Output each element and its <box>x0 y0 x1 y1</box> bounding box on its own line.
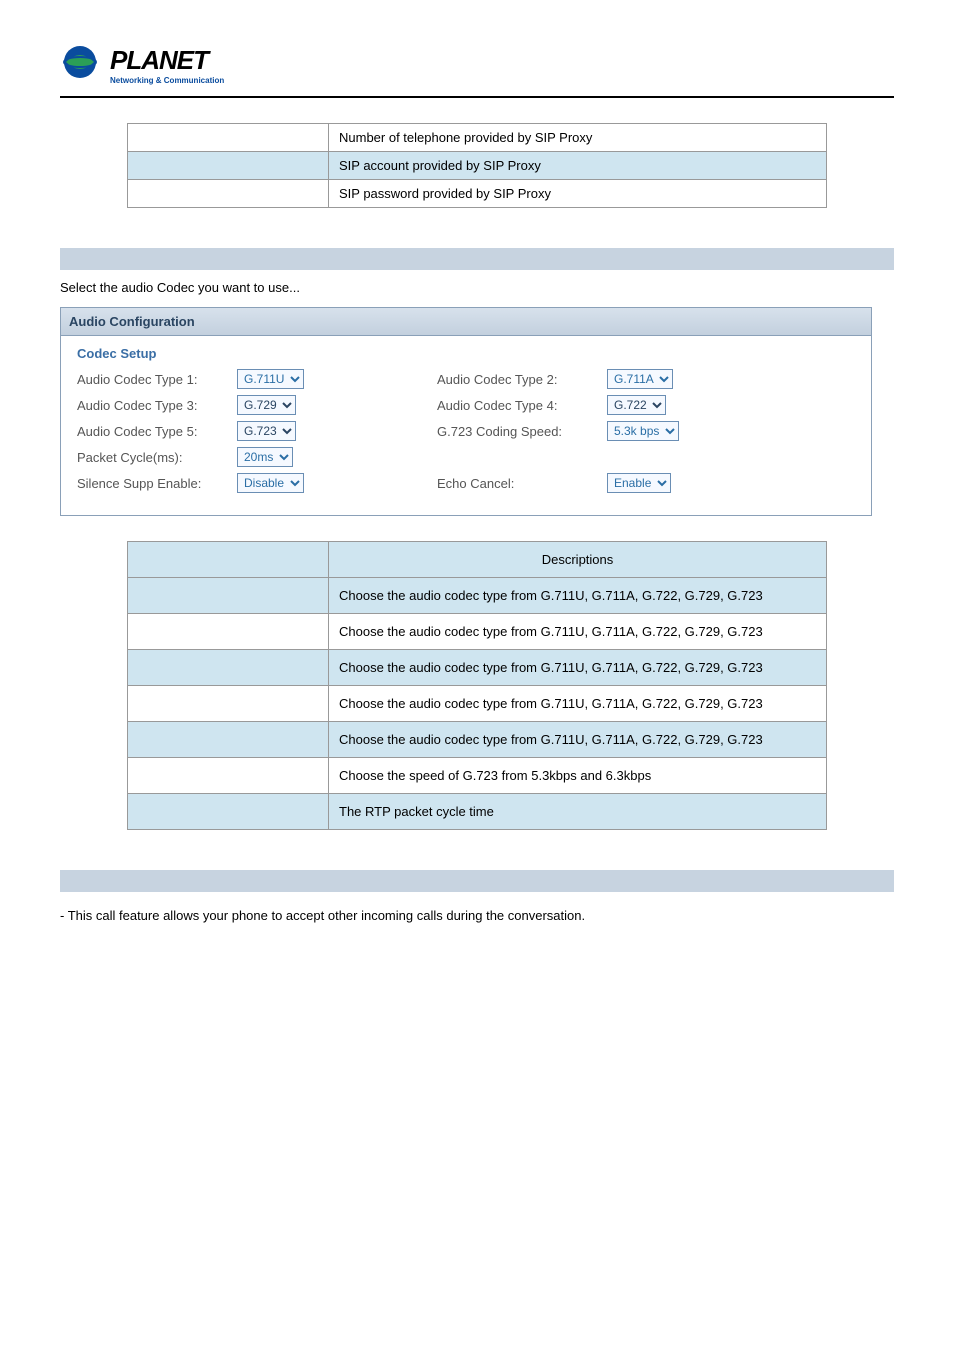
codec-setup-label: Codec Setup <box>77 346 855 361</box>
call-feature-text: - This call feature allows your phone to… <box>60 902 894 931</box>
desc-header-right: Descriptions <box>329 542 827 578</box>
codec-type5-select[interactable]: G.723 <box>237 421 296 441</box>
sip-info-table: Number of telephone provided by SIP Prox… <box>127 123 827 208</box>
audio-config-title: Audio Configuration <box>61 308 871 336</box>
table-cell-left <box>128 578 329 614</box>
table-cell-right: Choose the audio codec type from G.711U,… <box>329 650 827 686</box>
echo-cancel-select[interactable]: Enable <box>607 473 671 493</box>
desc-header-left <box>128 542 329 578</box>
table-cell-right: Choose the audio codec type from G.711U,… <box>329 686 827 722</box>
table-cell-right: Choose the speed of G.723 from 5.3kbps a… <box>329 758 827 794</box>
codec-type2-label: Audio Codec Type 2: <box>437 372 607 387</box>
section-bar-audio <box>60 248 894 270</box>
table-cell-right: Choose the audio codec type from G.711U,… <box>329 614 827 650</box>
packet-cycle-label: Packet Cycle(ms): <box>77 450 237 465</box>
audio-config-panel: Audio Configuration Codec Setup Audio Co… <box>60 307 872 516</box>
logo-brand-text: PLANET <box>110 45 224 76</box>
table-row: Choose the audio codec type from G.711U,… <box>128 614 827 650</box>
table-cell-left <box>128 180 329 208</box>
codec-type4-select[interactable]: G.722 <box>607 395 666 415</box>
table-cell-left <box>128 124 329 152</box>
table-row: The RTP packet cycle time <box>128 794 827 830</box>
table-row: Number of telephone provided by SIP Prox… <box>128 124 827 152</box>
echo-cancel-label: Echo Cancel: <box>437 476 607 491</box>
table-row: SIP account provided by SIP Proxy <box>128 152 827 180</box>
table-cell-left <box>128 686 329 722</box>
table-cell-right: The RTP packet cycle time <box>329 794 827 830</box>
packet-cycle-select[interactable]: 20ms <box>237 447 293 467</box>
table-row: Choose the audio codec type from G.711U,… <box>128 578 827 614</box>
table-cell-right: SIP password provided by SIP Proxy <box>329 180 827 208</box>
silence-supp-select[interactable]: Disable <box>237 473 304 493</box>
g723-speed-select[interactable]: 5.3k bps <box>607 421 679 441</box>
table-row: Choose the audio codec type from G.711U,… <box>128 686 827 722</box>
table-cell-left <box>128 614 329 650</box>
table-cell-left <box>128 758 329 794</box>
header-divider <box>60 96 894 98</box>
codec-type2-select[interactable]: G.711A <box>607 369 673 389</box>
table-cell-right: Choose the audio codec type from G.711U,… <box>329 722 827 758</box>
logo-tagline: Networking & Communication <box>110 76 224 85</box>
codec-type1-select[interactable]: G.711U <box>237 369 304 389</box>
audio-intro-text: Select the audio Codec you want to use..… <box>60 280 894 295</box>
codec-type1-label: Audio Codec Type 1: <box>77 372 237 387</box>
descriptions-table: Descriptions Choose the audio codec type… <box>127 541 827 830</box>
table-row: Choose the speed of G.723 from 5.3kbps a… <box>128 758 827 794</box>
g723-speed-label: G.723 Coding Speed: <box>437 424 607 439</box>
table-cell-left <box>128 152 329 180</box>
table-cell-right: SIP account provided by SIP Proxy <box>329 152 827 180</box>
codec-type4-label: Audio Codec Type 4: <box>437 398 607 413</box>
codec-type3-label: Audio Codec Type 3: <box>77 398 237 413</box>
codec-type5-label: Audio Codec Type 5: <box>77 424 237 439</box>
table-cell-right: Number of telephone provided by SIP Prox… <box>329 124 827 152</box>
table-row: Choose the audio codec type from G.711U,… <box>128 722 827 758</box>
codec-type3-select[interactable]: G.729 <box>237 395 296 415</box>
table-row: Choose the audio codec type from G.711U,… <box>128 650 827 686</box>
table-cell-left <box>128 650 329 686</box>
silence-supp-label: Silence Supp Enable: <box>77 476 237 491</box>
table-cell-left <box>128 794 329 830</box>
table-row: SIP password provided by SIP Proxy <box>128 180 827 208</box>
table-cell-right: Choose the audio codec type from G.711U,… <box>329 578 827 614</box>
logo: PLANET Networking & Communication <box>60 40 894 90</box>
table-cell-left <box>128 722 329 758</box>
section-bar-call-feature <box>60 870 894 892</box>
